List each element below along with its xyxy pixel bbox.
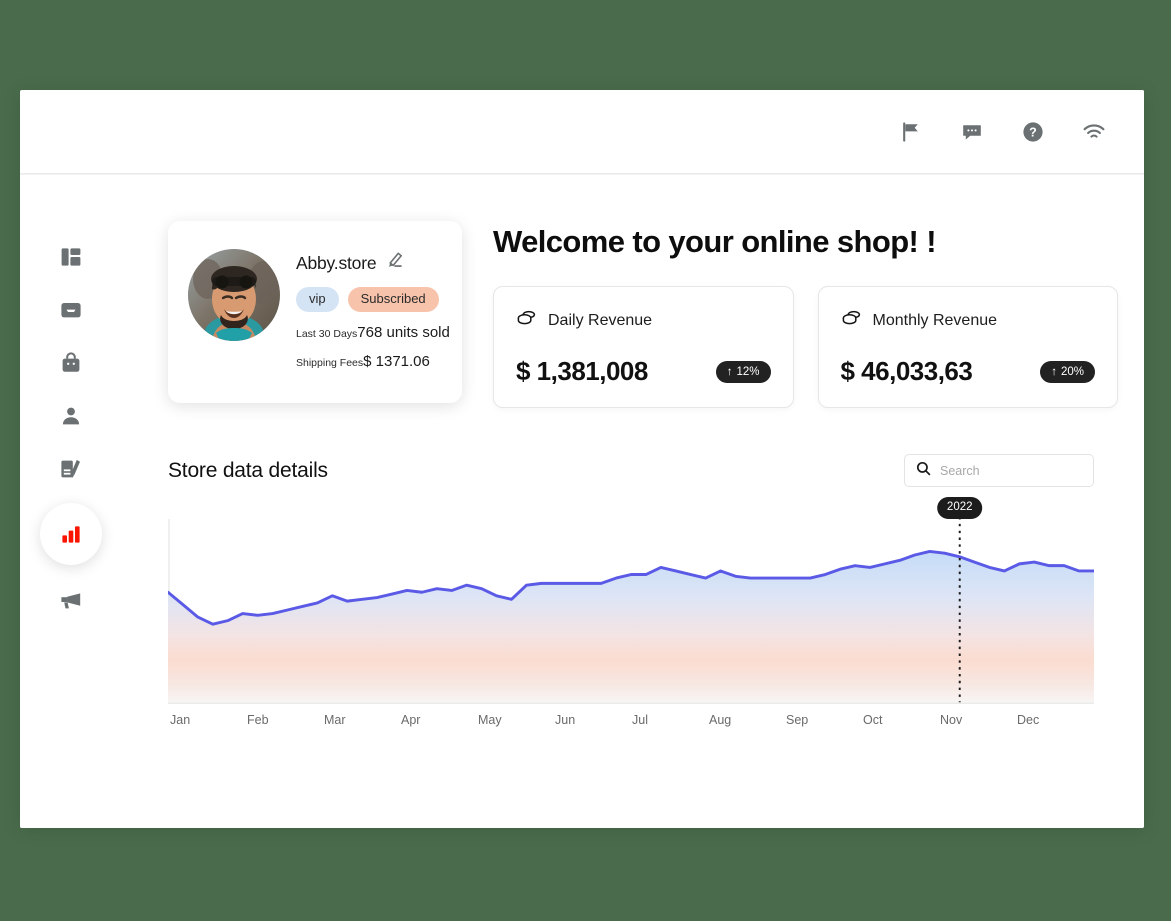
arrow-up-icon: ↑ <box>1051 365 1057 378</box>
megaphone-icon <box>58 587 84 613</box>
stat-label: Last 30 Days <box>296 327 358 340</box>
avatar <box>188 249 280 341</box>
store-name-row: Abby.store <box>296 251 442 276</box>
arrow-up-icon: ↑ <box>726 365 733 378</box>
sidebar-item-inbox[interactable] <box>20 283 122 336</box>
layout-icon <box>58 244 84 270</box>
status-badge-vip: vip <box>296 287 339 312</box>
chart-x-tick: Apr <box>401 713 421 728</box>
flag-icon[interactable] <box>897 118 925 146</box>
store-data-header: Store data details <box>168 454 1118 488</box>
svg-text:?: ? <box>1029 125 1037 139</box>
page-title: Welcome to your online shop! ! <box>493 224 937 259</box>
sidebar-item-analytics[interactable] <box>20 503 122 565</box>
chart-x-tick: Jul <box>632 713 648 728</box>
chart-x-tick: Aug <box>709 713 732 728</box>
revenue-area-chart: 2022 Jan Feb Mar Apr May Jun Jul Aug Sep… <box>168 497 1118 727</box>
sidebar-item-customers[interactable] <box>20 389 122 442</box>
sidebar <box>20 175 122 828</box>
chart-x-tick: Nov <box>940 713 963 728</box>
sidebar-item-dashboard[interactable] <box>20 230 122 283</box>
stat-label: Shipping Fees <box>296 356 364 369</box>
stat-value: 768 units sold <box>357 323 450 341</box>
chart-x-tick: Jan <box>170 713 191 728</box>
revenue-card-group: Daily Revenue $ 1,381,008 ↑ 12% Monthly … <box>493 286 1118 409</box>
top-bar: ? <box>20 90 1144 173</box>
main-content: Abby.store vip Subscribed Last 30 Days 7… <box>122 175 1144 828</box>
coins-icon <box>841 307 863 334</box>
wifi-icon[interactable] <box>1080 118 1108 146</box>
revenue-delta-badge: ↑ 20% <box>1040 360 1095 383</box>
section-title: Store data details <box>168 458 328 482</box>
store-profile-card: Abby.store vip Subscribed Last 30 Days 7… <box>168 221 462 403</box>
stat-value: $ 1371.06 <box>363 352 430 370</box>
overview-row: Abby.store vip Subscribed Last 30 Days 7… <box>168 221 1118 409</box>
coins-icon <box>516 307 538 334</box>
store-profile-info: Abby.store vip Subscribed Last 30 Days 7… <box>296 243 450 381</box>
sidebar-item-marketing[interactable] <box>20 573 122 626</box>
chart-x-tick: Mar <box>324 713 346 728</box>
revenue-card-monthly: Monthly Revenue $ 46,033,63 ↑ 20% <box>817 286 1118 409</box>
help-icon[interactable]: ? <box>1019 118 1047 146</box>
app-window: ? Abby.store vip Subscribed Last 30 Days… <box>20 90 1144 828</box>
sidebar-item-content[interactable] <box>20 442 122 495</box>
revenue-card-body: $ 46,033,63 ↑ 20% <box>840 356 1095 387</box>
chart-x-tick: Jun <box>555 713 576 728</box>
revenue-card-title: Daily Revenue <box>548 311 653 329</box>
chart-x-tick: Dec <box>1017 713 1040 728</box>
store-badges: vip Subscribed <box>296 287 442 312</box>
shopping-bag-icon <box>58 350 84 376</box>
revenue-card-title: Monthly Revenue <box>872 311 998 329</box>
revenue-amount: $ 1,381,008 <box>516 356 648 387</box>
chart-canvas <box>168 519 1094 705</box>
document-pen-icon <box>58 456 84 482</box>
person-icon <box>58 403 84 429</box>
top-bar-icon-group: ? <box>897 90 1108 173</box>
revenue-delta-badge: ↑ 12% <box>715 360 771 383</box>
revenue-delta-value: 20% <box>1060 365 1084 378</box>
revenue-delta-value: 12% <box>736 365 760 378</box>
welcome-column: Welcome to your online shop! ! Daily Rev… <box>493 221 1118 409</box>
revenue-card-header: Monthly Revenue <box>841 307 1096 334</box>
chat-icon[interactable] <box>958 118 986 146</box>
revenue-card-header: Daily Revenue <box>516 307 771 334</box>
revenue-amount: $ 46,033,63 <box>840 356 973 387</box>
sidebar-item-shop[interactable] <box>20 336 122 389</box>
store-name: Abby.store <box>296 253 377 273</box>
status-badge-subscribed: Subscribed <box>347 287 439 312</box>
chart-x-tick: May <box>478 713 502 728</box>
chart-x-tick: Feb <box>247 713 269 728</box>
search-box[interactable] <box>904 454 1094 488</box>
stat-shipping-fees: Shipping Fees $ 1371.06 <box>296 353 442 370</box>
chart-year-annotation: 2022 <box>936 497 983 519</box>
chart-x-tick-labels: Jan Feb Mar Apr May Jun Jul Aug Sep Oct Nov Dec <box>168 713 1094 727</box>
search-input[interactable] <box>940 463 1082 478</box>
bar-chart-icon <box>58 521 84 547</box>
store-data-section: Store data details 2022 <box>168 454 1118 727</box>
stat-last-30-days: Last 30 Days 768 units sold <box>296 324 450 341</box>
chart-x-tick: Sep <box>786 713 809 728</box>
chart-x-tick: Oct <box>863 713 883 728</box>
revenue-card-daily: Daily Revenue $ 1,381,008 ↑ 12% <box>493 286 794 409</box>
inbox-icon <box>58 297 84 323</box>
revenue-card-body: $ 1,381,008 ↑ 12% <box>516 356 771 387</box>
pencil-icon[interactable] <box>384 251 404 276</box>
search-icon <box>916 461 931 481</box>
